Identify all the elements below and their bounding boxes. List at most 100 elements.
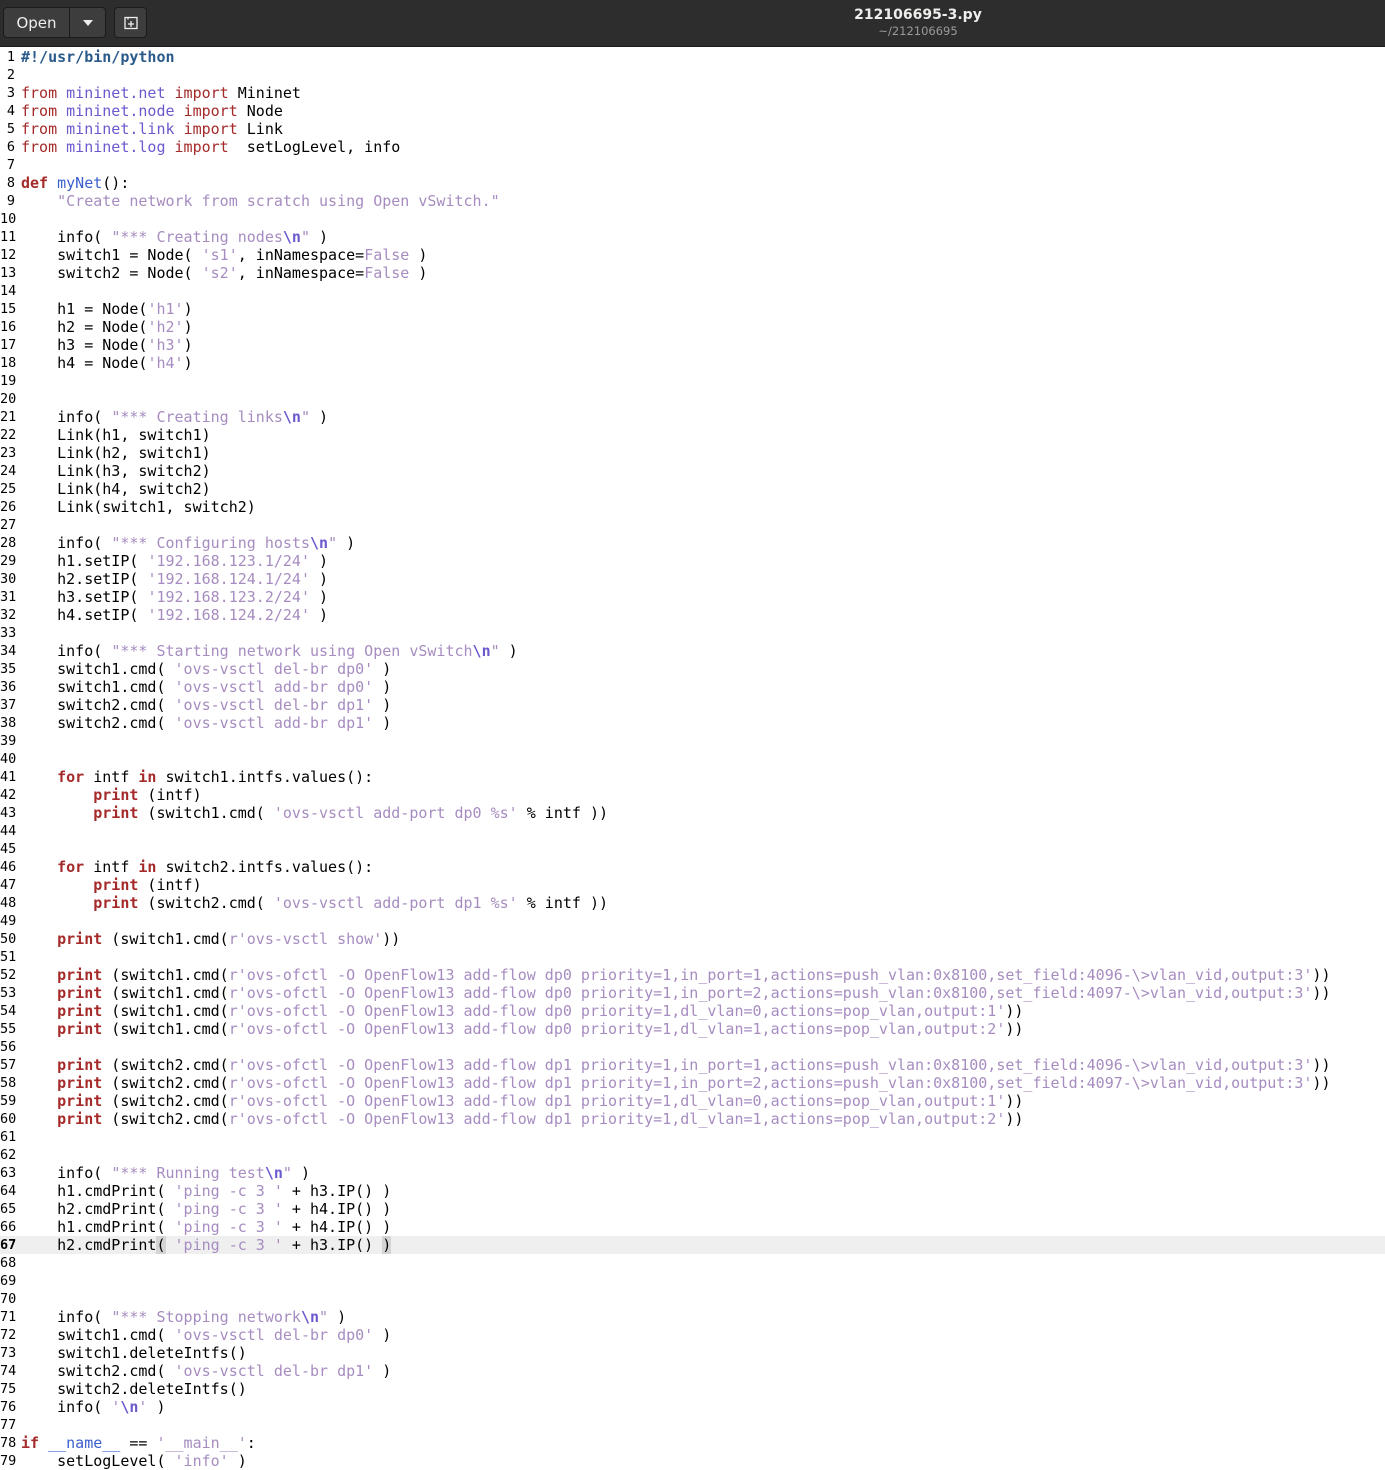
code-line[interactable]: 33	[0, 624, 1385, 642]
code-line[interactable]: 66 h1.cmdPrint( 'ping -c 3 ' + h4.IP() )	[0, 1218, 1385, 1236]
code-line[interactable]: 70	[0, 1290, 1385, 1308]
code-line[interactable]: 34 info( "*** Starting network using Ope…	[0, 642, 1385, 660]
code-line[interactable]: 41 for intf in switch1.intfs.values():	[0, 768, 1385, 786]
code-line[interactable]: 58 print (switch2.cmd(r'ovs-ofctl -O Ope…	[0, 1074, 1385, 1092]
line-number: 25	[0, 481, 17, 497]
code-line[interactable]: 8 def myNet():	[0, 174, 1385, 192]
code-line[interactable]: 29 h1.setIP( '192.168.123.1/24' )	[0, 552, 1385, 570]
code-line[interactable]: 50 print (switch1.cmd(r'ovs-vsctl show')…	[0, 930, 1385, 948]
code-line[interactable]: 67 h2.cmdPrint( 'ping -c 3 ' + h3.IP() )	[0, 1236, 1385, 1254]
code-line[interactable]: 47 print (intf)	[0, 876, 1385, 894]
code-line[interactable]: 63 info( "*** Running test\n" )	[0, 1164, 1385, 1182]
code-line[interactable]: 3 from mininet.net import Mininet	[0, 84, 1385, 102]
code-line[interactable]: 38 switch2.cmd( 'ovs-vsctl add-br dp1' )	[0, 714, 1385, 732]
code-line[interactable]: 20	[0, 390, 1385, 408]
code-token: switch2.cmd(	[21, 714, 175, 732]
code-line[interactable]: 46 for intf in switch2.intfs.values():	[0, 858, 1385, 876]
code-token: )	[373, 660, 392, 678]
code-line[interactable]: 52 print (switch1.cmd(r'ovs-ofctl -O Ope…	[0, 966, 1385, 984]
code-line[interactable]: 56	[0, 1038, 1385, 1056]
code-line[interactable]: 4 from mininet.node import Node	[0, 102, 1385, 120]
code-line[interactable]: 79 setLogLevel( 'info' )	[0, 1452, 1385, 1470]
code-line[interactable]: 1 #!/usr/bin/python	[0, 48, 1385, 66]
code-line[interactable]: 21 info( "*** Creating links\n" )	[0, 408, 1385, 426]
code-line[interactable]: 10	[0, 210, 1385, 228]
code-line[interactable]: 5 from mininet.link import Link	[0, 120, 1385, 138]
code-line[interactable]: 78 if __name__ == '__main__':	[0, 1434, 1385, 1452]
code-line[interactable]: 71 info( "*** Stopping network\n" )	[0, 1308, 1385, 1326]
code-line[interactable]: 72 switch1.cmd( 'ovs-vsctl del-br dp0' )	[0, 1326, 1385, 1344]
code-line[interactable]: 44	[0, 822, 1385, 840]
code-line[interactable]: 30 h2.setIP( '192.168.124.1/24' )	[0, 570, 1385, 588]
code-line[interactable]: 49	[0, 912, 1385, 930]
code-line[interactable]: 28 info( "*** Configuring hosts\n" )	[0, 534, 1385, 552]
code-line[interactable]: 24 Link(h3, switch2)	[0, 462, 1385, 480]
code-line[interactable]: 31 h3.setIP( '192.168.123.2/24' )	[0, 588, 1385, 606]
code-line[interactable]: 7	[0, 156, 1385, 174]
code-line[interactable]: 37 switch2.cmd( 'ovs-vsctl del-br dp1' )	[0, 696, 1385, 714]
code-line[interactable]: 11 info( "*** Creating nodes\n" )	[0, 228, 1385, 246]
code-line[interactable]: 61	[0, 1128, 1385, 1146]
code-line[interactable]: 42 print (intf)	[0, 786, 1385, 804]
line-number: 9	[6, 193, 15, 209]
code-line[interactable]: 53 print (switch1.cmd(r'ovs-ofctl -O Ope…	[0, 984, 1385, 1002]
code-line[interactable]: 16 h2 = Node('h2')	[0, 318, 1385, 336]
code-line[interactable]: 15 h1 = Node('h1')	[0, 300, 1385, 318]
code-editor[interactable]: 1 #!/usr/bin/python 2 3 from mininet.net imp…	[0, 48, 1385, 1470]
code-line[interactable]: 73 switch1.deleteIntfs()	[0, 1344, 1385, 1362]
code-token: r'ovs-ofctl -O OpenFlow13 add-flow dp1 p…	[228, 1056, 1313, 1074]
code-token: info(	[21, 642, 112, 660]
code-line[interactable]: 54 print (switch1.cmd(r'ovs-ofctl -O Ope…	[0, 1002, 1385, 1020]
code-token: h1.cmdPrint(	[21, 1218, 175, 1236]
code-line[interactable]: 69	[0, 1272, 1385, 1290]
code-line[interactable]: 65 h2.cmdPrint( 'ping -c 3 ' + h4.IP() )	[0, 1200, 1385, 1218]
code-line[interactable]: 62	[0, 1146, 1385, 1164]
code-token: "*** Running test	[111, 1164, 265, 1182]
code-line[interactable]: 25 Link(h4, switch2)	[0, 480, 1385, 498]
code-line[interactable]: 27	[0, 516, 1385, 534]
open-menu-button[interactable]	[69, 7, 106, 38]
code-token: + h4.IP() )	[282, 1218, 392, 1236]
code-line[interactable]: 75 switch2.deleteIntfs()	[0, 1380, 1385, 1398]
code-line[interactable]: 74 switch2.cmd( 'ovs-vsctl del-br dp1' )	[0, 1362, 1385, 1380]
code-line[interactable]: 14	[0, 282, 1385, 300]
code-line[interactable]: 35 switch1.cmd( 'ovs-vsctl del-br dp0' )	[0, 660, 1385, 678]
code-line[interactable]: 18 h4 = Node('h4')	[0, 354, 1385, 372]
code-line[interactable]: 36 switch1.cmd( 'ovs-vsctl add-br dp0' )	[0, 678, 1385, 696]
new-document-button[interactable]	[114, 7, 147, 38]
code-line[interactable]: 76 info( '\n' )	[0, 1398, 1385, 1416]
code-line[interactable]: 43 print (switch1.cmd( 'ovs-vsctl add-po…	[0, 804, 1385, 822]
code-line[interactable]: 59 print (switch2.cmd(r'ovs-ofctl -O Ope…	[0, 1092, 1385, 1110]
code-line[interactable]: 32 h4.setIP( '192.168.124.2/24' )	[0, 606, 1385, 624]
code-token: 'ovs-vsctl del-br dp1'	[174, 696, 374, 714]
code-line[interactable]: 22 Link(h1, switch1)	[0, 426, 1385, 444]
code-line[interactable]: 12 switch1 = Node( 's1', inNamespace=Fal…	[0, 246, 1385, 264]
line-number: 23	[0, 445, 17, 461]
code-line[interactable]: 26 Link(switch1, switch2)	[0, 498, 1385, 516]
code-line[interactable]: 57 print (switch2.cmd(r'ovs-ofctl -O Ope…	[0, 1056, 1385, 1074]
code-line[interactable]: 9 "Create network from scratch using Ope…	[0, 192, 1385, 210]
code-line[interactable]: 60 print (switch2.cmd(r'ovs-ofctl -O Ope…	[0, 1110, 1385, 1128]
code-line[interactable]: 23 Link(h2, switch1)	[0, 444, 1385, 462]
open-button[interactable]: Open	[3, 7, 70, 38]
code-line[interactable]: 55 print (switch1.cmd(r'ovs-ofctl -O Ope…	[0, 1020, 1385, 1038]
code-line[interactable]: 51	[0, 948, 1385, 966]
code-line[interactable]: 45	[0, 840, 1385, 858]
code-line[interactable]: 17 h3 = Node('h3')	[0, 336, 1385, 354]
line-number: 36	[0, 679, 17, 695]
code-line[interactable]: 19	[0, 372, 1385, 390]
code-line[interactable]: 68	[0, 1254, 1385, 1272]
code-line[interactable]: 39	[0, 732, 1385, 750]
code-line[interactable]: 40	[0, 750, 1385, 768]
code-line[interactable]: 64 h1.cmdPrint( 'ping -c 3 ' + h3.IP() )	[0, 1182, 1385, 1200]
code-line[interactable]: 6 from mininet.log import setLogLevel, in…	[0, 138, 1385, 156]
code-line[interactable]: 48 print (switch2.cmd( 'ovs-vsctl add-po…	[0, 894, 1385, 912]
code-line[interactable]: 13 switch2 = Node( 's2', inNamespace=Fal…	[0, 264, 1385, 282]
code-line[interactable]: 2	[0, 66, 1385, 84]
code-text: h4.setIP( '192.168.124.2/24' )	[21, 606, 328, 624]
code-line[interactable]: 77	[0, 1416, 1385, 1434]
